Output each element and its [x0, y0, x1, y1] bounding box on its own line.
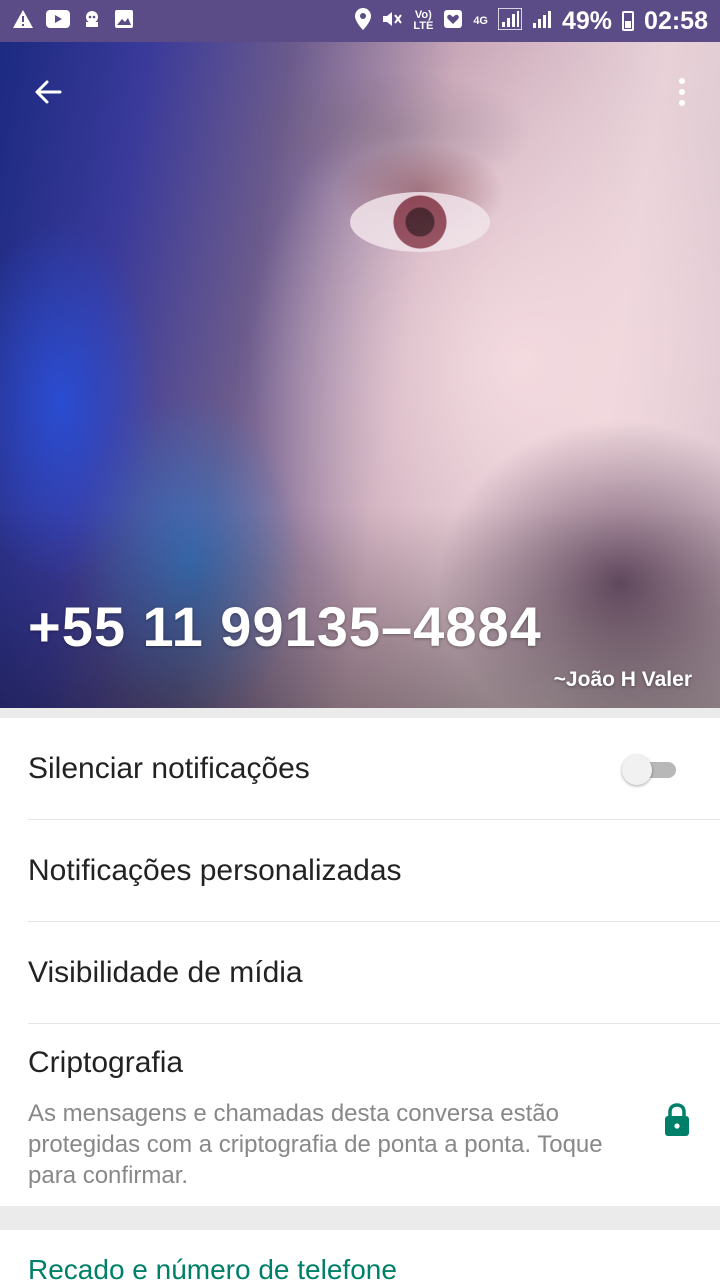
volte-icon: Vo) LTE	[413, 10, 433, 32]
more-vert-icon-dot	[679, 78, 685, 84]
custom-notifications-row[interactable]: Notificações personalizadas	[28, 820, 720, 922]
mute-notifications-toggle[interactable]	[622, 754, 678, 785]
battery-icon	[622, 11, 635, 31]
toggle-thumb	[622, 755, 652, 785]
photo-eye-detail	[350, 192, 490, 252]
heart-icon	[443, 9, 463, 33]
encryption-description: As mensagens e chamadas desta conversa e…	[28, 1100, 603, 1189]
image-icon	[114, 9, 134, 33]
battery-percent: 49%	[562, 6, 613, 35]
volte-bottom-label: LTE	[413, 20, 434, 32]
mute-icon	[381, 9, 403, 33]
about-section-title: Recado e número de telefone	[28, 1254, 397, 1280]
network-type-label: 4G	[473, 14, 488, 27]
more-vert-icon-dot	[679, 89, 685, 95]
section-divider	[0, 1206, 720, 1230]
mute-notifications-row[interactable]: Silenciar notificações	[28, 718, 720, 820]
media-visibility-label: Visibilidade de mídia	[28, 955, 303, 989]
arrow-back-icon	[35, 80, 62, 104]
youtube-icon	[46, 10, 70, 32]
signal-icon	[497, 7, 523, 34]
media-visibility-row[interactable]: Visibilidade de mídia	[28, 922, 720, 1024]
warning-icon	[12, 9, 34, 33]
encryption-row[interactable]: Criptografia As mensagens e chamadas des…	[28, 1026, 720, 1206]
lock-icon	[665, 1103, 689, 1136]
custom-notifications-label: Notificações personalizadas	[28, 853, 402, 887]
location-icon	[355, 8, 372, 34]
clock: 02:58	[644, 6, 708, 35]
settings-card: Silenciar notificações Notificações pers…	[0, 718, 720, 1206]
mute-notifications-label: Silenciar notificações	[28, 751, 310, 785]
more-vert-icon-dot	[679, 100, 685, 106]
more-options-button[interactable]	[666, 72, 698, 112]
encryption-title: Criptografia	[28, 1046, 184, 1079]
status-bar-right: Vo) LTE 4G 49% 02:58	[355, 7, 708, 36]
status-bar: Vo) LTE 4G 49% 02:58	[0, 0, 720, 42]
contact-phone-number: +55 11 99135–4884	[28, 595, 542, 658]
signal-icon	[532, 9, 552, 33]
bug-icon	[82, 9, 102, 33]
contact-push-name: ~João H Valer	[553, 668, 692, 691]
status-bar-left	[12, 9, 134, 33]
profile-photo[interactable]: +55 11 99135–4884 ~João H Valer	[0, 42, 720, 708]
about-section: Recado e número de telefone	[0, 1230, 720, 1280]
back-button[interactable]	[28, 72, 68, 112]
